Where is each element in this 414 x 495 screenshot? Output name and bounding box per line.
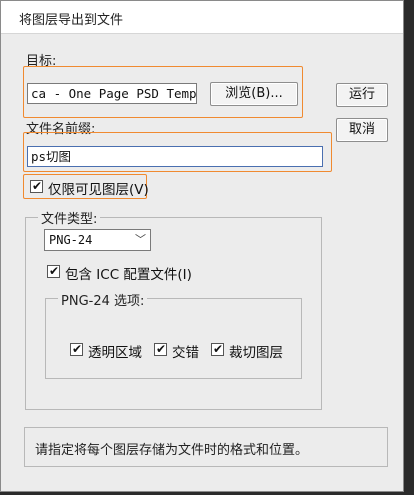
- include-icc-checkbox[interactable]: ✔: [47, 264, 60, 278]
- check-icon: ✔: [213, 342, 224, 356]
- chevron-down-icon: ﹀: [135, 233, 146, 246]
- transparency-checkbox[interactable]: ✔: [70, 342, 83, 356]
- interlaced-label: 交错: [172, 345, 199, 361]
- interlaced-checkbox[interactable]: ✔: [154, 342, 167, 356]
- hint-text: 请指定将每个图层存储为文件时的格式和位置。: [35, 443, 309, 458]
- run-button[interactable]: 运行: [336, 83, 388, 107]
- dialog-title: 将图层导出到文件: [19, 13, 124, 28]
- prefix-input[interactable]: ps切图: [27, 146, 323, 167]
- png-options-group-label: PNG-24 选项:: [58, 290, 148, 309]
- visible-only-checkbox[interactable]: ✔: [30, 179, 43, 193]
- png-options-group: [45, 298, 302, 379]
- cancel-button[interactable]: 取消: [336, 118, 388, 142]
- file-type-select[interactable]: PNG-24 ﹀: [44, 229, 151, 251]
- browse-button[interactable]: 浏览(B)...: [210, 82, 298, 106]
- file-type-group-label: 文件类型:: [38, 208, 101, 227]
- transparency-label: 透明区域: [88, 345, 142, 361]
- hint-box: 请指定将每个图层存储为文件时的格式和位置。: [24, 427, 388, 467]
- check-icon: ✔: [49, 264, 60, 278]
- export-layers-dialog: 将图层导出到文件 目标: ca - One Page PSD Template …: [0, 0, 404, 492]
- trim-layers-label: 裁切图层: [229, 345, 283, 361]
- include-icc-label: 包含 ICC 配置文件(I): [65, 267, 192, 283]
- trim-layers-checkbox[interactable]: ✔: [211, 342, 224, 356]
- check-icon: ✔: [32, 179, 43, 193]
- title-bar: 将图层导出到文件: [1, 1, 403, 34]
- target-path-field[interactable]: ca - One Page PSD Template: [27, 83, 197, 104]
- file-type-selected-value: PNG-24: [49, 233, 93, 247]
- check-icon: ✔: [72, 342, 83, 356]
- visible-only-label: 仅限可见图层(V): [48, 182, 149, 198]
- check-icon: ✔: [156, 342, 167, 356]
